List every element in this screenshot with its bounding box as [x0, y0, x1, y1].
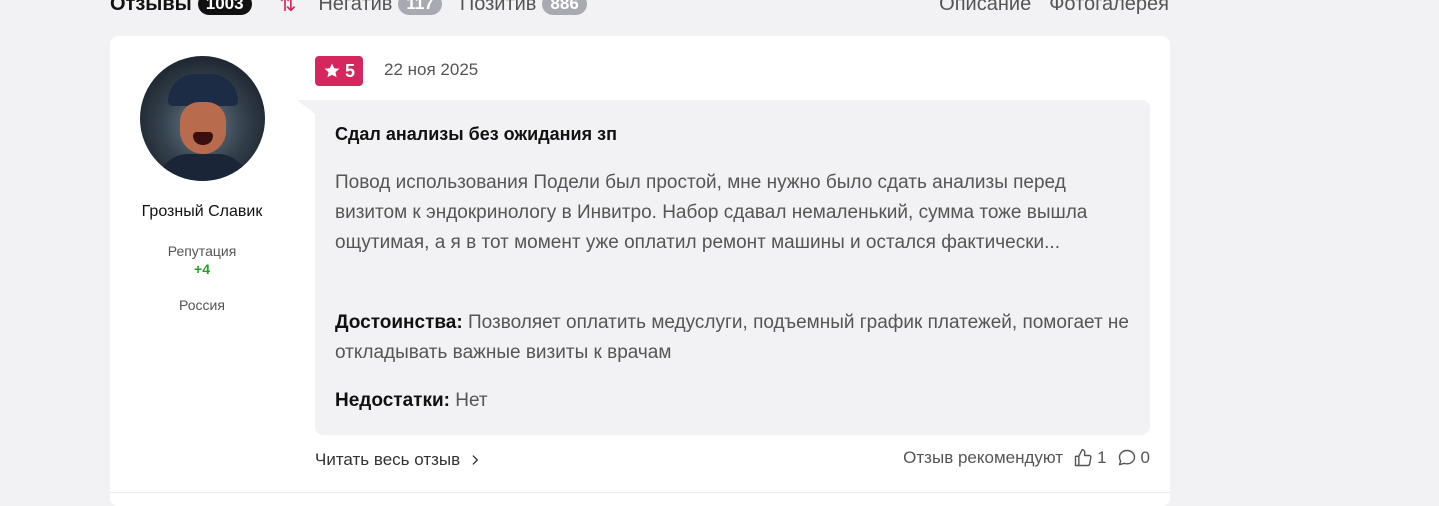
recommend-label: Отзыв рекомендуют [903, 448, 1064, 467]
author-country: Россия [179, 297, 225, 313]
avatar-body [157, 154, 248, 181]
review-title[interactable]: Сдал анализы без ожидания зп [335, 124, 617, 145]
review-date: 22 ноя 2025 [384, 60, 479, 79]
read-full-review-link[interactable]: Читать весь отзыв [315, 450, 482, 470]
card-divider [110, 492, 1170, 493]
thumbs-up-icon [1074, 448, 1092, 467]
like-button[interactable]: 1 [1073, 448, 1107, 468]
review-card: Грозный Славик Репутация +4 Россия 5 22 … [110, 36, 1170, 506]
rating-badge: 5 [315, 56, 364, 86]
review-pros: Достоинства: Позволяет оплатить медуслуг… [335, 308, 1135, 368]
tab-positive-count: 886 [542, 0, 587, 15]
review-body: Сдал анализы без ожидания зп Повод испол… [297, 100, 1150, 435]
cons-label: Недостатки: [335, 390, 450, 411]
cons-text: Нет [455, 390, 488, 411]
reviews-nav: Отзывы 1003 ⇅ Негатив 117 Позитив 886 Оп… [110, 0, 1169, 16]
review-author: Грозный Славик Репутация +4 Россия [110, 56, 294, 313]
chevron-right-icon [472, 455, 479, 465]
comments-count: 0 [1140, 448, 1150, 467]
likes-count: 1 [1097, 448, 1107, 467]
comments-button[interactable]: 0 [1117, 448, 1150, 468]
author-name[interactable]: Грозный Славик [110, 203, 294, 221]
tab-reviews-label: Отзывы [110, 0, 192, 15]
tab-reviews-count: 1003 [197, 0, 252, 15]
nav-right: Описание Фотогалерея [939, 0, 1169, 16]
tab-negative-label: Негатив [318, 0, 393, 15]
review-cons: Недостатки: Нет [335, 386, 1135, 416]
pros-label: Достоинства: [335, 312, 463, 333]
gallery-link[interactable]: Фотогалерея [1049, 0, 1169, 16]
rating-value: 5 [345, 60, 356, 81]
comment-icon [1118, 449, 1135, 466]
description-link[interactable]: Описание [939, 0, 1031, 16]
review-text: Повод использования Подели был простой, … [335, 172, 1088, 253]
review-actions: Отзыв рекомендуют 1 0 [903, 448, 1150, 468]
tab-positive-label: Позитив [459, 0, 537, 15]
tab-negative-count: 117 [398, 0, 442, 15]
reputation-value: +4 [194, 261, 210, 277]
avatar[interactable] [139, 56, 265, 181]
sort-icon[interactable]: ⇅ [280, 0, 297, 17]
tab-positive[interactable]: Позитив 886 [460, 0, 587, 16]
avatar-face [179, 102, 226, 154]
star-icon [324, 63, 340, 78]
reputation-label: Репутация [167, 243, 237, 259]
tab-reviews[interactable]: Отзывы 1003 [110, 0, 252, 16]
tab-negative[interactable]: Негатив 117 [318, 0, 442, 16]
read-more-label: Читать весь отзыв [315, 450, 461, 469]
